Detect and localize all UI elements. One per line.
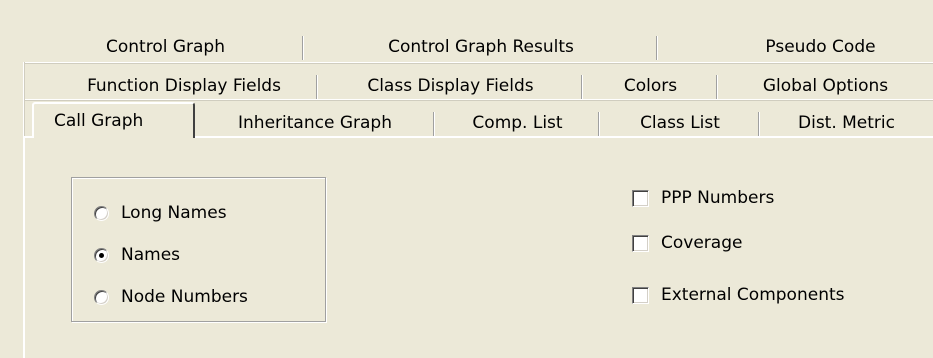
tab-label: Comp. List [472, 112, 563, 133]
tab-row-1: Control Graph Control Graph Results Pseu… [0, 31, 933, 62]
tab-dist-metric[interactable]: Dist. Metric [760, 107, 933, 138]
checkbox-external-components[interactable]: External Components [632, 284, 845, 306]
tab-label: Call Graph [54, 111, 144, 131]
radio-button-icon[interactable] [94, 205, 109, 221]
tab-label: Global Options [762, 75, 889, 96]
checkbox-icon[interactable] [632, 189, 649, 207]
tab-row-divider [23, 62, 933, 64]
options-dialog: Control Graph Control Graph Results Pseu… [0, 0, 933, 358]
radio-long-names[interactable]: Long Names [94, 202, 227, 224]
radio-button-selected-icon[interactable] [94, 247, 109, 263]
tab-control-graph[interactable]: Control Graph [27, 31, 304, 62]
checkbox-label: External Components [661, 285, 845, 305]
tab-class-list[interactable]: Class List [600, 107, 760, 138]
radio-label: Names [121, 245, 181, 265]
radio-label: Node Numbers [121, 287, 248, 307]
checkbox-label: PPP Numbers [661, 188, 775, 208]
radio-button-icon[interactable] [94, 289, 109, 305]
tab-call-graph[interactable]: Call Graph [32, 102, 195, 138]
tab-row-divider [23, 99, 933, 101]
tab-label: Colors [623, 75, 678, 96]
checkbox-icon[interactable] [632, 286, 649, 304]
tab-label: Dist. Metric [798, 112, 895, 133]
tab-label: Control Graph Results [388, 36, 574, 57]
checkbox-icon[interactable] [632, 234, 649, 252]
radio-names[interactable]: Names [94, 244, 180, 266]
tab-colors[interactable]: Colors [583, 70, 718, 101]
tab-label: Control Graph [106, 36, 225, 57]
tab-stack-edge [23, 62, 25, 137]
tab-label: Pseudo Code [765, 36, 876, 57]
active-tab-join [34, 134, 193, 138]
tab-inheritance-graph[interactable]: Inheritance Graph [195, 107, 435, 138]
tab-comp-list[interactable]: Comp. List [435, 107, 600, 138]
radio-label: Long Names [121, 203, 227, 223]
tab-label: Class Display Fields [367, 75, 534, 96]
tab-class-display-fields[interactable]: Class Display Fields [318, 70, 583, 101]
tab-pseudo-code[interactable]: Pseudo Code [658, 31, 933, 62]
checkbox-coverage[interactable]: Coverage [632, 232, 742, 254]
tab-label: Class List [640, 112, 720, 133]
tab-row-2: Function Display Fields Class Display Fi… [0, 70, 933, 101]
tab-global-options[interactable]: Global Options [718, 70, 933, 101]
tab-row-3: Call Graph Inheritance Graph Comp. List … [0, 102, 933, 138]
radio-node-numbers[interactable]: Node Numbers [94, 286, 248, 308]
checkbox-ppp-numbers[interactable]: PPP Numbers [632, 187, 774, 209]
checkbox-label: Coverage [661, 233, 743, 253]
tab-label: Inheritance Graph [238, 112, 392, 133]
tab-control-graph-results[interactable]: Control Graph Results [304, 31, 658, 62]
tab-function-display-fields[interactable]: Function Display Fields [50, 70, 318, 101]
tab-label: Function Display Fields [87, 75, 281, 96]
